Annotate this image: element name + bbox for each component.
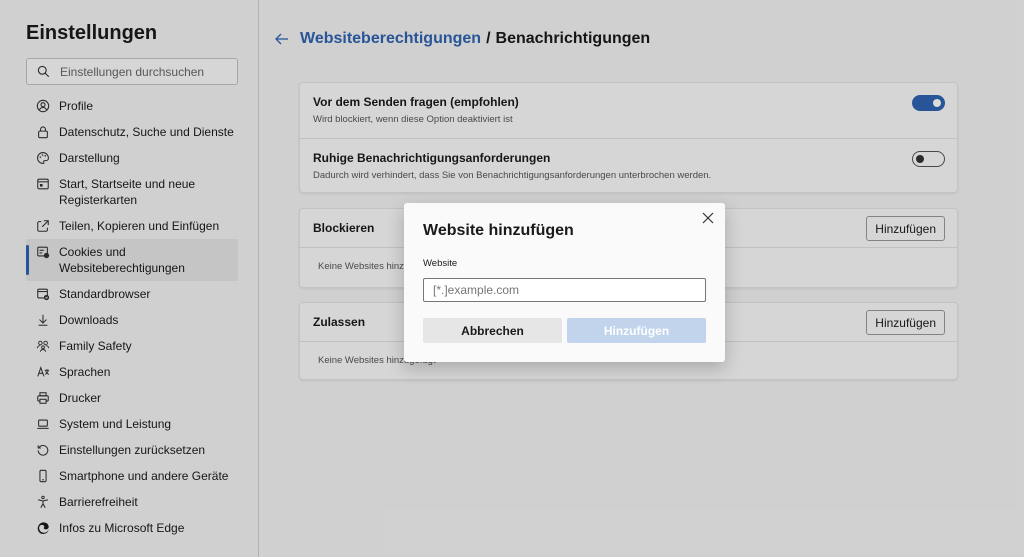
add-button[interactable]: Hinzufügen: [567, 318, 706, 343]
add-website-dialog: Website hinzufügen Website Abbrechen Hin…: [404, 203, 725, 362]
close-icon[interactable]: [702, 212, 714, 224]
website-input[interactable]: [423, 278, 706, 302]
website-field-label: Website: [423, 258, 458, 269]
dialog-title: Website hinzufügen: [423, 222, 574, 239]
cancel-button[interactable]: Abbrechen: [423, 318, 562, 343]
